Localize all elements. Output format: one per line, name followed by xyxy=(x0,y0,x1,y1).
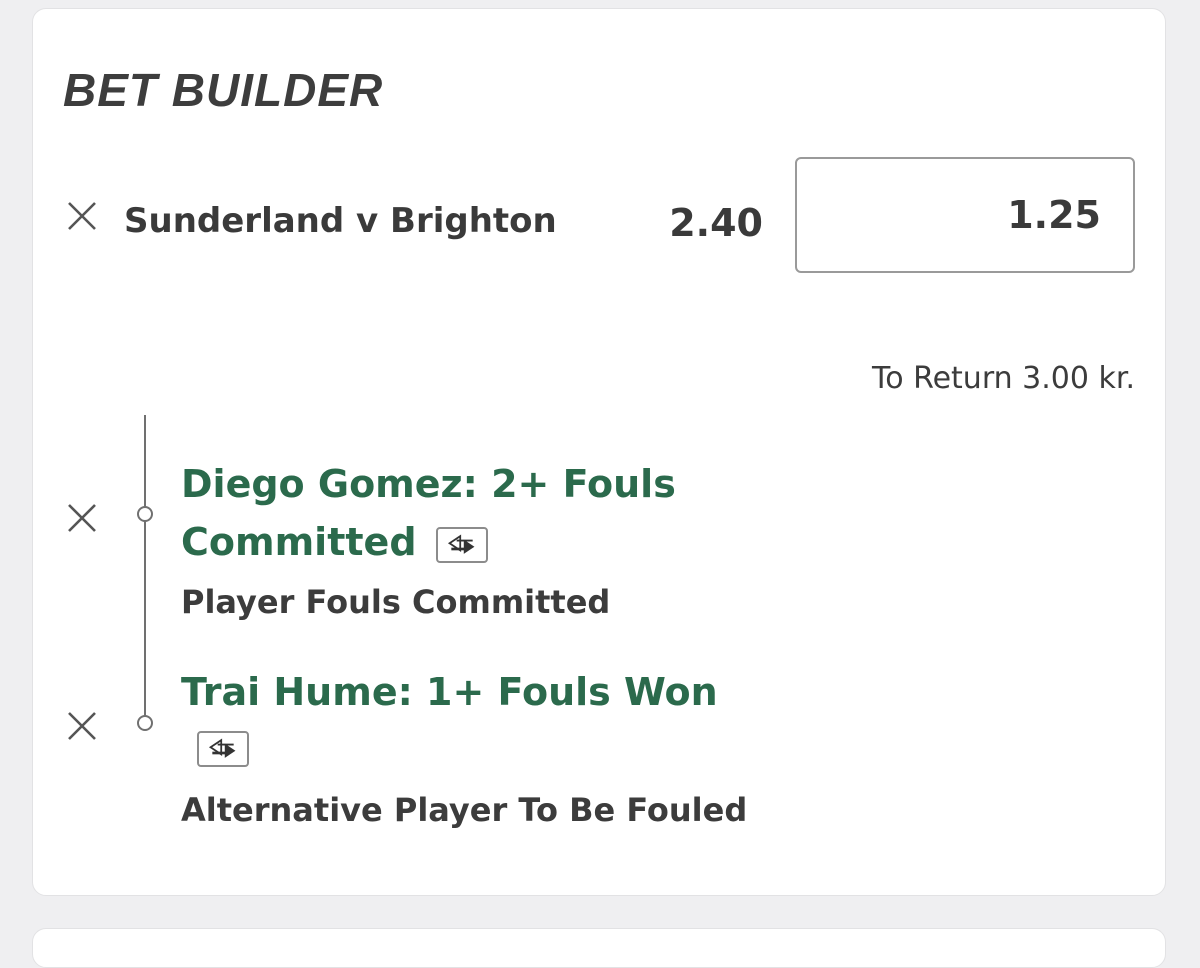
remove-selection-close-icon[interactable] xyxy=(65,501,99,535)
selection-market: Alternative Player To Be Fouled xyxy=(181,791,748,829)
swap-icon[interactable] xyxy=(435,526,488,563)
bet-odds: 2.40 xyxy=(669,201,763,245)
stake-input[interactable]: 1.25 xyxy=(795,157,1135,273)
bet-builder-title: BET BUILDER xyxy=(63,64,384,116)
remove-selection-close-icon[interactable] xyxy=(65,709,99,743)
match-name: Sunderland v Brighton xyxy=(124,201,557,241)
selection-market: Player Fouls Committed xyxy=(181,583,611,621)
selection-title: Diego Gomez: 2+ Fouls Committed xyxy=(181,455,676,571)
timeline-line xyxy=(144,415,146,725)
remove-bet-close-icon[interactable] xyxy=(65,199,99,233)
selection-icon-row xyxy=(181,721,718,771)
selection-title-line-2: Committed xyxy=(181,513,676,571)
next-card xyxy=(32,928,1166,968)
timeline-node xyxy=(137,506,153,522)
selection-title-line: Trai Hume: 1+ Fouls Won xyxy=(181,670,718,714)
selection-title-text: Committed xyxy=(181,520,417,564)
to-return-text: To Return 3.00 kr. xyxy=(871,361,1135,396)
swap-icon[interactable] xyxy=(197,730,249,767)
bet-builder-card: BET BUILDER Sunderland v Brighton 2.40 1… xyxy=(32,8,1166,896)
timeline-node xyxy=(137,715,153,731)
selection-title-line: Diego Gomez: 2+ Fouls xyxy=(181,462,676,506)
selection-title: Trai Hume: 1+ Fouls Won xyxy=(181,663,718,771)
